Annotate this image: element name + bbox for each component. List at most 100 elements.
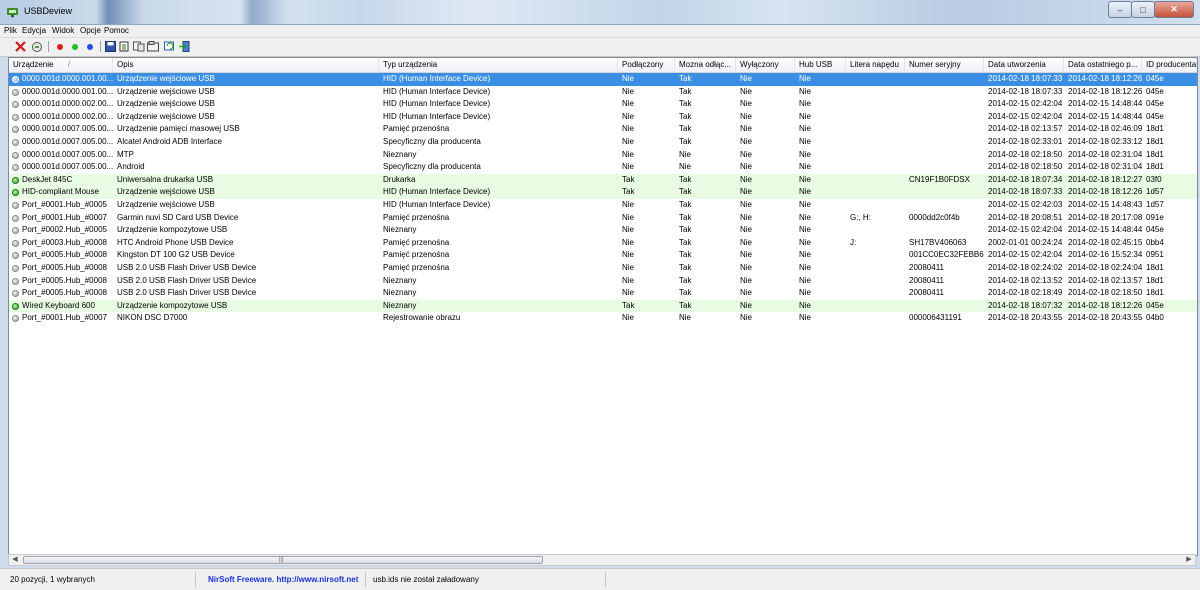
col-header-podlaczony[interactable]: Podłączony (618, 58, 675, 72)
cell-typ: Pamięć przenośna (383, 124, 450, 134)
table-row[interactable]: Port_#0001.Hub_#0007 NIKON DSC D7000 Rejes… (9, 312, 1197, 325)
cell-numer-seryjny (905, 149, 984, 162)
menu-widok[interactable]: Widok (52, 26, 74, 35)
cell-hub-usb: Nie (799, 149, 812, 159)
table-row[interactable]: HID-compliant Mouse Urządzenie wejściowe … (9, 186, 1197, 199)
cell-typ: Nieznany (383, 300, 417, 310)
col-header-typ[interactable]: Typ urządzenia (379, 58, 618, 72)
cell-data-utworzenia: 2014-02-18 02:24:02 (988, 262, 1063, 272)
minimize-button[interactable]: – (1108, 1, 1132, 18)
green-dot-icon[interactable] (68, 40, 81, 53)
horizontal-scrollbar[interactable]: ◀ ||| ▶ (8, 554, 1196, 566)
cell-opis: Urządzenie pamięci masowej USB (117, 124, 240, 134)
cell-mozna-odlaczyc: Tak (679, 237, 692, 247)
table-row[interactable]: 0000.001d.0007.005.00... Urządzenie pamię… (9, 123, 1197, 136)
col-header-opis[interactable]: Opis (113, 58, 379, 72)
cell-typ: Pamięć przenośna (383, 250, 450, 260)
list-header: Urządzenie / Opis Typ urządzenia Podłącz… (9, 58, 1197, 73)
cell-typ: Nieznany (383, 288, 417, 298)
maximize-button[interactable]: □ (1131, 1, 1155, 18)
red-dot-icon[interactable] (53, 40, 66, 53)
cell-hub-usb: Nie (799, 86, 812, 96)
cell-urzadzenie: Port_#0003.Hub_#0008 (22, 237, 107, 247)
cell-id-producenta: 18d1 (1146, 124, 1164, 134)
cell-data-ostatniego: 2014-02-18 02:45:15 (1068, 237, 1142, 247)
col-header-numer-seryjny[interactable]: Numer seryjny (905, 58, 984, 72)
properties-icon[interactable] (146, 40, 159, 53)
table-row[interactable]: 0000.001d.0000.002.00... Urządzenie wejśc… (9, 111, 1197, 124)
cell-litera-napedu (846, 275, 905, 288)
scroll-thumb[interactable]: ||| (23, 556, 543, 564)
cell-litera-napedu (846, 86, 905, 99)
title-bar[interactable]: USBDeview – □ ✕ (0, 0, 1200, 25)
table-row[interactable]: 0000.001d.0000.001.00... Urządzenie wejśc… (9, 73, 1197, 86)
table-row[interactable]: Port_#0001.Hub_#0007 Garmin nuvi SD Card … (9, 212, 1197, 225)
col-header-wylaczony[interactable]: Wyłączony (736, 58, 795, 72)
col-header-hub-usb[interactable]: Hub USB (795, 58, 846, 72)
table-row[interactable]: Port_#0005.Hub_#0008 USB 2.0 USB Flash Dr… (9, 262, 1197, 275)
html-report-icon[interactable] (132, 40, 145, 53)
cell-numer-seryjny: CN19F1B0FDSX (909, 174, 970, 184)
cell-podlaczony: Nie (622, 313, 635, 323)
cell-data-utworzenia: 2014-02-15 02:42:04 (988, 99, 1063, 109)
table-row[interactable]: Wired Keyboard 600 Urządzenie kompozytowe… (9, 299, 1197, 313)
cell-numer-seryjny: 001CC0EC32FEBB6... (909, 250, 984, 260)
cell-podlaczony: Nie (622, 99, 635, 109)
menu-plik[interactable]: Plik (4, 26, 17, 35)
table-row[interactable]: 0000.001d.0000.001.00... Urządzenie wejśc… (9, 86, 1197, 99)
cell-hub-usb: Nie (799, 250, 812, 260)
cell-opis: Alcatel Android ADB Interface (117, 136, 222, 146)
cell-wylaczony: Nie (740, 162, 753, 172)
copy-icon[interactable] (118, 40, 131, 53)
col-header-data-utworzenia[interactable]: Data utworzenia (984, 58, 1064, 72)
menu-edycja[interactable]: Edycja (22, 26, 46, 35)
table-row[interactable]: Port_#0005.Hub_#0008 USB 2.0 USB Flash Dr… (9, 287, 1197, 300)
col-header-litera-napedu[interactable]: Litera napędu (846, 58, 905, 72)
cell-mozna-odlaczyc: Nie (679, 149, 692, 159)
cell-urzadzenie: Port_#0001.Hub_#0005 (22, 199, 107, 209)
cell-typ: Nieznany (383, 149, 417, 159)
cell-wylaczony: Nie (740, 225, 753, 235)
table-row[interactable]: 0000.001d.0007.005.00... Alcatel Android … (9, 136, 1197, 149)
col-header-mozna-odlaczyc[interactable]: Mozna odłąc... (675, 58, 736, 72)
table-row[interactable]: Port_#0002.Hub_#0005 Urządzenie kompozyto… (9, 224, 1197, 237)
cell-typ: Drukarka (383, 174, 416, 184)
disconnect-icon[interactable] (30, 40, 43, 53)
sort-indicator-icon: / (67, 60, 70, 69)
col-label: Urządzenie (13, 60, 54, 69)
cell-hub-usb: Nie (799, 74, 812, 83)
col-header-data-ostatniego[interactable]: Data ostatniego p... (1064, 58, 1142, 72)
menu-pomoc[interactable]: Pomoc (104, 26, 129, 35)
col-header-urzadzenie[interactable]: Urządzenie / (9, 58, 113, 72)
cell-numer-seryjny (905, 73, 984, 86)
cell-mozna-odlaczyc: Nie (679, 162, 692, 172)
cell-id-producenta: 045e (1146, 74, 1164, 83)
table-row[interactable]: 0000.001d.0000.002.00... Urządzenie wejśc… (9, 98, 1197, 111)
close-button[interactable]: ✕ (1154, 1, 1194, 18)
cell-urzadzenie: 0000.001d.0007.005.00... (22, 162, 113, 172)
device-list[interactable]: Urządzenie / Opis Typ urządzenia Podłącz… (8, 57, 1198, 556)
cell-hub-usb: Nie (799, 275, 812, 285)
table-row[interactable]: 0000.001d.0007.005.00... MTP Nieznany Nie Ni… (9, 149, 1197, 162)
menu-opcje[interactable]: Opcje (80, 26, 101, 35)
table-row[interactable]: Port_#0003.Hub_#0008 HTC Android Phone US… (9, 237, 1197, 250)
status-message: usb.ids nie został załadowany (366, 572, 606, 587)
table-row[interactable]: Port_#0005.Hub_#0008 Kingston DT 100 G2 U… (9, 249, 1197, 262)
exit-icon[interactable] (177, 40, 190, 53)
col-header-id-producenta[interactable]: ID producenta (1142, 58, 1197, 72)
table-row[interactable]: 0000.001d.0007.005.00... Android Specyficz… (9, 161, 1197, 174)
scroll-right-icon[interactable]: ▶ (1183, 555, 1195, 565)
scroll-left-icon[interactable]: ◀ (9, 555, 21, 565)
blue-dot-icon[interactable] (83, 40, 96, 53)
cell-hub-usb: Nie (799, 111, 812, 121)
cell-id-producenta: 18d1 (1146, 262, 1164, 272)
cell-hub-usb: Nie (799, 262, 812, 272)
table-row[interactable]: DeskJet 845C Uniwersalna drukarka USB Druk… (9, 173, 1197, 187)
cell-opis: Urządzenie wejściowe USB (117, 187, 215, 197)
table-row[interactable]: Port_#0001.Hub_#0005 Urządzenie wejściowe… (9, 199, 1197, 212)
table-row[interactable]: Port_#0005.Hub_#0008 USB 2.0 USB Flash Dr… (9, 275, 1197, 288)
uninstall-x-icon[interactable] (14, 40, 27, 53)
nirsoft-link[interactable]: NirSoft Freeware. http://www.nirsoft.net (196, 572, 366, 587)
refresh-icon[interactable] (163, 40, 176, 53)
save-icon[interactable] (104, 40, 117, 53)
